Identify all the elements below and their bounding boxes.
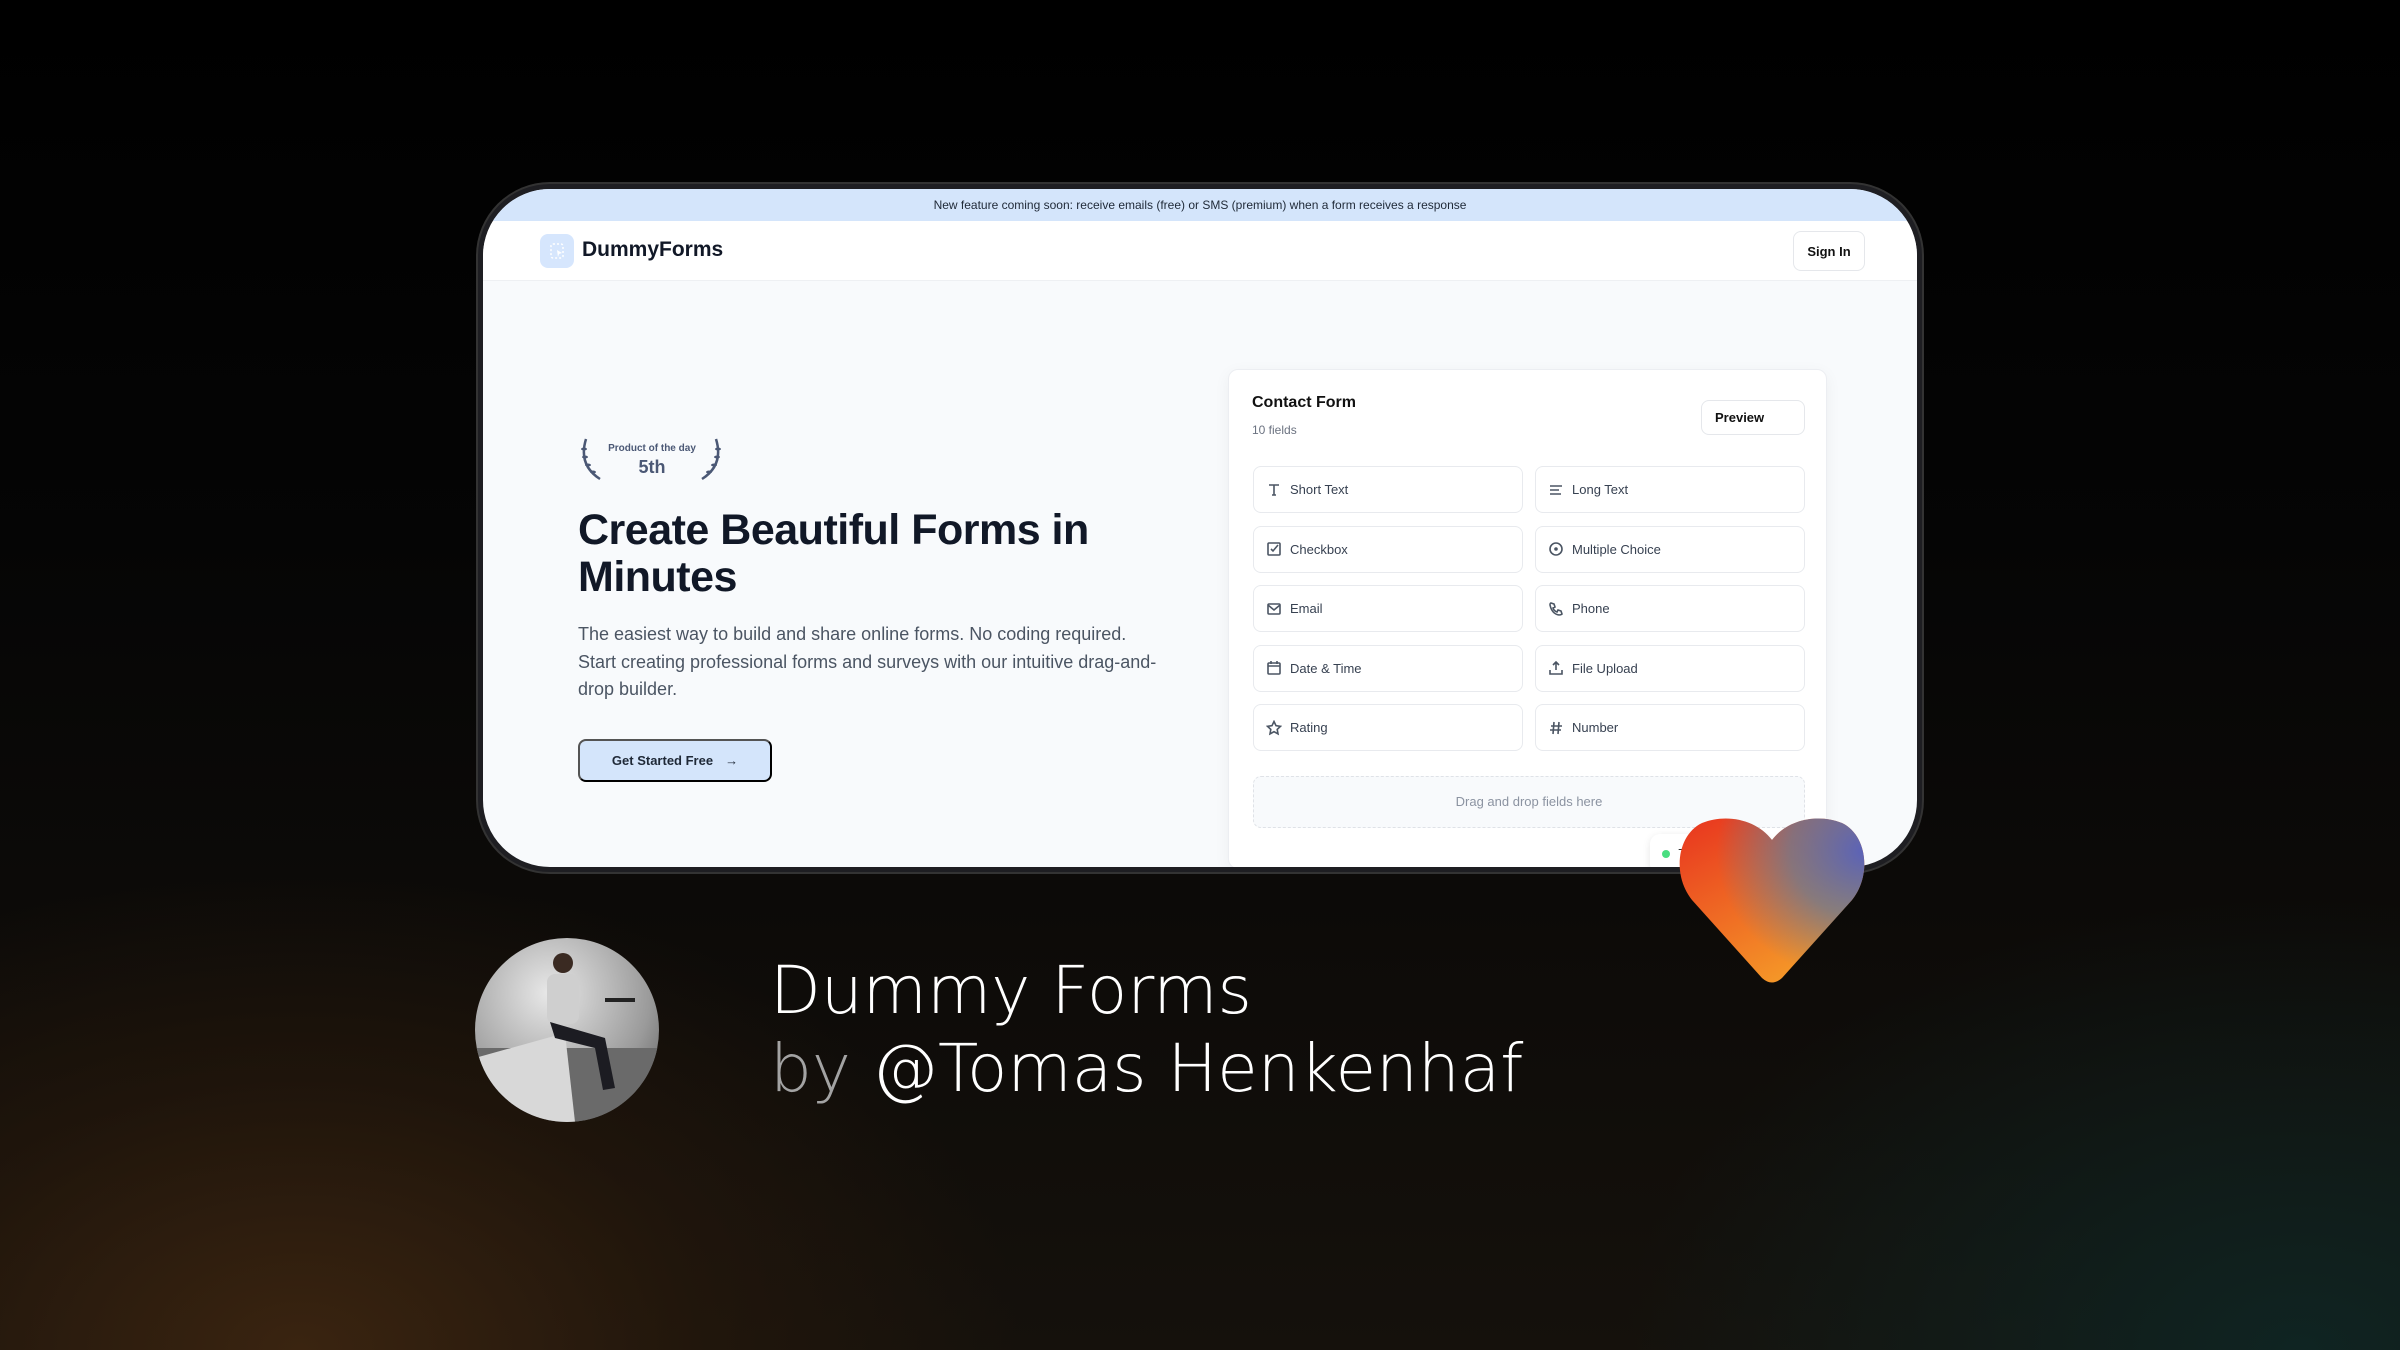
field-number[interactable]: Number	[1535, 704, 1805, 751]
field-count: 10 fields	[1252, 423, 1297, 437]
navbar: DummyForms Sign In	[483, 221, 1917, 281]
caption: Dummy Forms by @Tomas Henkenhaf	[770, 952, 1523, 1108]
field-rating[interactable]: Rating	[1253, 704, 1523, 751]
sign-in-button[interactable]: Sign In	[1793, 231, 1865, 271]
status-dot-icon	[1662, 850, 1670, 858]
mail-icon	[1267, 602, 1281, 615]
hero-description: The easiest way to build and share onlin…	[578, 624, 1157, 699]
badge-rank: 5th	[638, 457, 666, 477]
author-avatar[interactable]	[475, 938, 659, 1122]
field-long-text[interactable]: Long Text	[1535, 466, 1805, 513]
heart-icon[interactable]	[1677, 815, 1867, 985]
field-label: Phone	[1572, 601, 1610, 616]
upload-icon	[1549, 660, 1563, 675]
hash-icon	[1550, 721, 1562, 734]
checkbox-icon	[1267, 542, 1281, 556]
field-label: Short Text	[1290, 482, 1349, 497]
field-multiple-choice[interactable]: Multiple Choice	[1535, 525, 1805, 573]
badge-label: Product of the day	[608, 443, 696, 454]
field-email[interactable]: Email	[1253, 585, 1523, 632]
announcement-banner: New feature coming soon: receive emails …	[483, 189, 1917, 221]
field-phone[interactable]: Phone	[1535, 585, 1805, 632]
form-builder-card: Contact Form 10 fields Preview Short Tex…	[1228, 369, 1827, 867]
field-checkbox[interactable]: Checkbox	[1253, 525, 1523, 573]
product-of-day-badge: Product of the day 5th	[578, 435, 724, 485]
person-photo-icon	[475, 953, 659, 1122]
by-label: by	[770, 1030, 851, 1107]
field-short-text[interactable]: Short Text	[1253, 466, 1523, 513]
hero-headline: Create Beautiful Forms in Minutes	[578, 506, 1089, 601]
preview-button[interactable]: Preview	[1701, 400, 1805, 435]
field-label: Email	[1290, 601, 1323, 616]
field-grid: Short Text Long Text Checkbox Multiple C…	[1253, 466, 1805, 751]
align-left-icon	[1550, 484, 1562, 495]
browser-frame: New feature coming soon: receive emails …	[478, 184, 1922, 872]
product-name: Dummy Forms	[770, 952, 1252, 1029]
field-label: Checkbox	[1290, 541, 1348, 557]
field-label: Rating	[1290, 720, 1328, 735]
field-label: File Upload	[1572, 660, 1638, 676]
calendar-icon	[1267, 661, 1281, 675]
brand-name[interactable]: DummyForms	[582, 238, 723, 262]
field-label: Long Text	[1572, 482, 1629, 497]
phone-icon	[1549, 601, 1563, 616]
radio-icon	[1549, 542, 1563, 556]
logo-icon[interactable]	[540, 234, 574, 268]
get-started-button[interactable]: Get Started Free →	[578, 739, 772, 782]
field-date-time[interactable]: Date & Time	[1253, 644, 1523, 692]
field-label: Multiple Choice	[1572, 541, 1661, 557]
star-icon	[1266, 719, 1282, 735]
field-file-upload[interactable]: File Upload	[1535, 644, 1805, 692]
form-title: Contact Form	[1252, 394, 1356, 411]
type-icon	[1269, 483, 1279, 496]
get-started-label: Get Started Free	[611, 753, 714, 768]
author-handle[interactable]: @Tomas Henkenhaf	[872, 1030, 1523, 1107]
field-label: Date & Time	[1290, 660, 1362, 676]
arrow-right-icon: →	[725, 753, 739, 768]
field-label: Number	[1572, 720, 1619, 735]
